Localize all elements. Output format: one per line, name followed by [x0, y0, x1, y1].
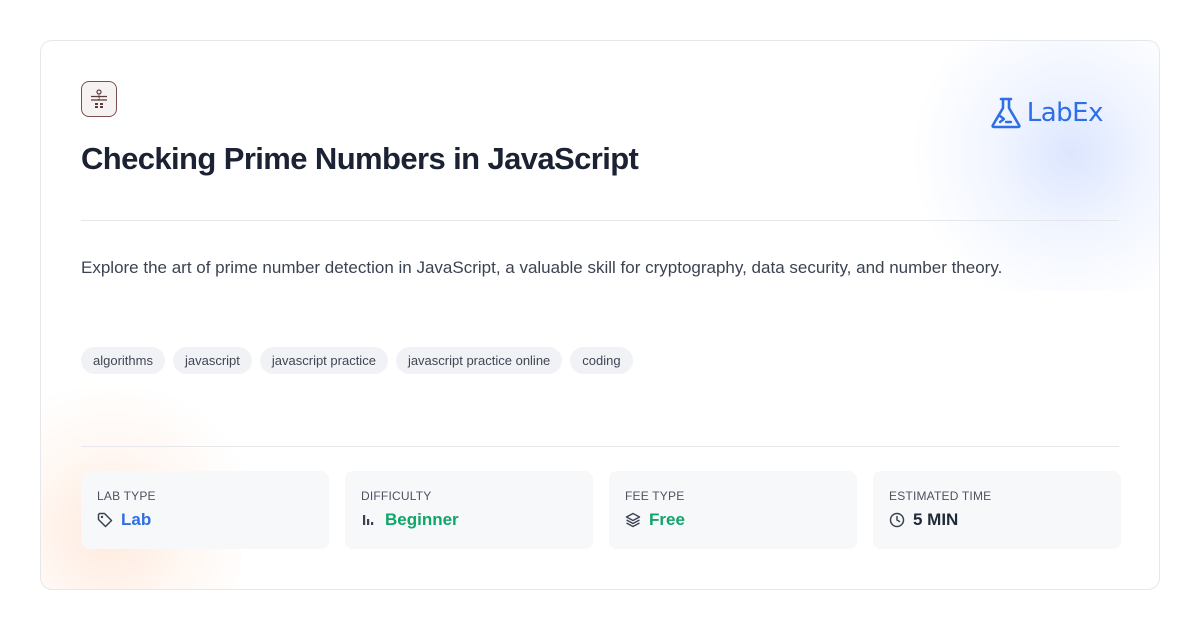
- stat-value: Lab: [121, 510, 152, 529]
- stat-label: DIFFICULTY: [361, 489, 432, 503]
- stat-label: ESTIMATED TIME: [889, 489, 992, 503]
- tag-chip[interactable]: javascript practice online: [395, 347, 563, 374]
- stat-fee-type: FEE TYPE Free: [609, 471, 857, 549]
- stat-lab-type: LAB TYPE Lab: [81, 471, 329, 549]
- tag-icon: [97, 512, 113, 528]
- lab-stats: LAB TYPE Lab DIFFICULTY Beginner FEE TYP…: [81, 471, 1121, 549]
- stat-value: Free: [649, 510, 685, 529]
- labex-logo[interactable]: LabEx: [989, 96, 1104, 130]
- page-title: Checking Prime Numbers in JavaScript: [81, 141, 639, 176]
- layers-icon: [625, 512, 641, 528]
- stat-value: 5 MIN: [913, 510, 959, 529]
- prime-calculator-icon: 5: [81, 81, 117, 117]
- tag-list: algorithms javascript javascript practic…: [81, 347, 633, 374]
- tag-chip[interactable]: algorithms: [81, 347, 165, 374]
- stat-difficulty: DIFFICULTY Beginner: [345, 471, 593, 549]
- stat-label: LAB TYPE: [97, 489, 156, 503]
- lab-card: 5 LabEx Checking Prime Numbers in JavaSc…: [40, 40, 1160, 590]
- stat-value: Beginner: [385, 510, 459, 529]
- background-glow-blue: [909, 41, 1159, 291]
- flask-terminal-icon: [991, 97, 1021, 129]
- tag-chip[interactable]: coding: [570, 347, 633, 374]
- clock-icon: [889, 512, 905, 528]
- divider: [81, 446, 1119, 447]
- stat-estimated-time: ESTIMATED TIME 5 MIN: [873, 471, 1121, 549]
- brand-name: LabEx: [1026, 98, 1104, 128]
- signal-bars-icon: [363, 515, 374, 525]
- svg-text:5: 5: [97, 96, 100, 102]
- stat-label: FEE TYPE: [625, 489, 685, 503]
- lab-description: Explore the art of prime number detectio…: [81, 258, 1003, 277]
- tag-chip[interactable]: javascript practice: [259, 347, 388, 374]
- tag-chip[interactable]: javascript: [172, 347, 252, 374]
- divider: [81, 220, 1119, 221]
